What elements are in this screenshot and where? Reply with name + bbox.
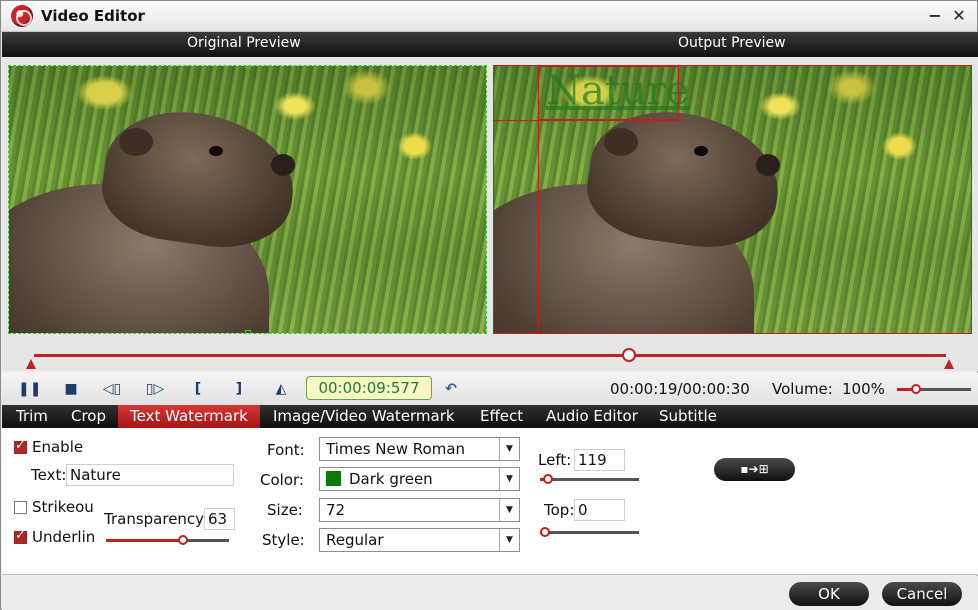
text-label: Text: [31,466,67,484]
tab-effect[interactable]: Effect [478,405,525,428]
title-bar: Video Editor − ✕ [1,1,977,32]
tab-crop[interactable]: Crop [69,405,108,428]
dialog-footer: OK Cancel [2,576,978,610]
video-editor-window: Video Editor − ✕ Original Preview Output… [0,0,978,610]
top-label: Top: [544,501,575,519]
trim-start-marker[interactable] [26,359,36,369]
color-select[interactable]: Dark green ▼ [319,467,520,491]
volume-slider-knob[interactable] [911,384,921,394]
watermark-text-input[interactable]: Nature [66,464,234,486]
chevron-down-icon[interactable]: ▼ [499,438,519,460]
left-position-slider[interactable] [540,474,639,484]
close-icon[interactable]: ✕ [949,6,969,26]
output-preview-label: Output Preview [678,35,786,51]
strikeout-label: Strikeou [32,498,94,516]
watermark-guide-horizontal [494,120,679,121]
original-preview-label: Original Preview [187,35,301,51]
window-title: Video Editor [41,7,145,25]
trim-end-marker[interactable] [944,359,954,369]
timeline [2,343,978,371]
color-swatch [326,471,341,486]
timeline-playhead[interactable] [622,348,636,362]
top-position-input[interactable]: 0 [574,499,625,521]
transparency-slider-knob[interactable] [178,535,188,545]
style-label: Style: [262,531,305,549]
size-select-value: 72 [326,501,346,519]
trim-start-icon[interactable]: [ [187,379,209,399]
position-preset-icon: ▪➔⊞ [740,462,769,476]
color-label: Color: [260,471,304,489]
timeline-track[interactable] [34,354,946,357]
size-label: Size: [267,501,303,519]
original-preview-frame[interactable] [8,65,487,334]
preview-area: Nature [2,57,978,343]
cancel-button[interactable]: Cancel [882,582,962,606]
split-icon[interactable]: ◭ [270,379,292,399]
transparency-label: Transparency [104,510,205,528]
transparency-slider[interactable] [106,535,229,545]
strikeout-checkbox[interactable] [14,501,27,514]
font-label: Font: [267,441,305,459]
volume-slider[interactable] [897,384,971,394]
color-select-value: Dark green [349,470,433,488]
volume-value: 100% [842,380,885,398]
pause-icon[interactable]: ❚❚ [18,379,41,399]
transparency-input[interactable]: 63 [204,508,235,530]
font-select-value: Times New Roman [326,440,466,458]
preview-header: Original Preview Output Preview [2,32,978,57]
underline-label: Underline [32,528,95,546]
watermark-text[interactable]: Nature [546,68,689,114]
volume-label: Volume: [772,380,833,398]
chevron-down-icon[interactable]: ▼ [499,529,519,551]
trim-end-icon[interactable]: ] [228,379,250,399]
left-position-input[interactable]: 119 [574,449,625,471]
output-preview-frame[interactable]: Nature [493,65,972,334]
style-select[interactable]: Regular ▼ [319,528,520,552]
previous-frame-icon[interactable]: ◁▯ [101,379,123,399]
playback-controls: ❚❚ ■ ◁▯ ▯▷ [ ] ◭ 00:00:09:577 ↶ 00:00:19… [2,373,978,405]
editor-tabs: Trim Crop Text Watermark Image/Video Wat… [2,405,978,428]
stop-icon[interactable]: ■ [60,379,82,399]
left-position-slider-knob[interactable] [543,474,553,484]
minimize-icon[interactable]: − [925,6,945,26]
crop-handle[interactable] [245,330,251,333]
top-position-slider-knob[interactable] [540,527,550,537]
duration-readout: 00:00:19/00:00:30 [610,380,750,398]
enable-label: Enable [32,438,84,456]
ok-button[interactable]: OK [789,582,869,606]
style-select-value: Regular [326,531,384,549]
crop-handle[interactable] [245,66,251,68]
undo-icon[interactable]: ↶ [440,379,462,399]
marmot-image [9,101,309,333]
chevron-down-icon[interactable]: ▼ [499,468,519,490]
top-position-slider[interactable] [540,527,639,537]
font-select[interactable]: Times New Roman ▼ [319,437,520,461]
tab-image-video-watermark[interactable]: Image/Video Watermark [271,405,457,428]
left-label: Left: [538,451,572,469]
tab-audio-editor[interactable]: Audio Editor [544,405,640,428]
chevron-down-icon[interactable]: ▼ [499,499,519,521]
tab-text-watermark[interactable]: Text Watermark [118,405,260,428]
app-logo-icon [11,5,33,27]
size-select[interactable]: 72 ▼ [319,498,520,522]
text-watermark-panel: Enable Text: Nature Strikeou Underline T… [2,428,978,575]
position-preset-button[interactable]: ▪➔⊞ [714,458,795,481]
marmot-image [494,101,794,333]
next-frame-icon[interactable]: ▯▷ [144,379,166,399]
tab-trim[interactable]: Trim [14,405,50,428]
underline-checkbox[interactable] [14,528,27,544]
current-time-display: 00:00:09:577 [306,376,432,400]
tab-subtitle[interactable]: Subtitle [657,405,719,428]
enable-checkbox[interactable] [14,438,27,454]
